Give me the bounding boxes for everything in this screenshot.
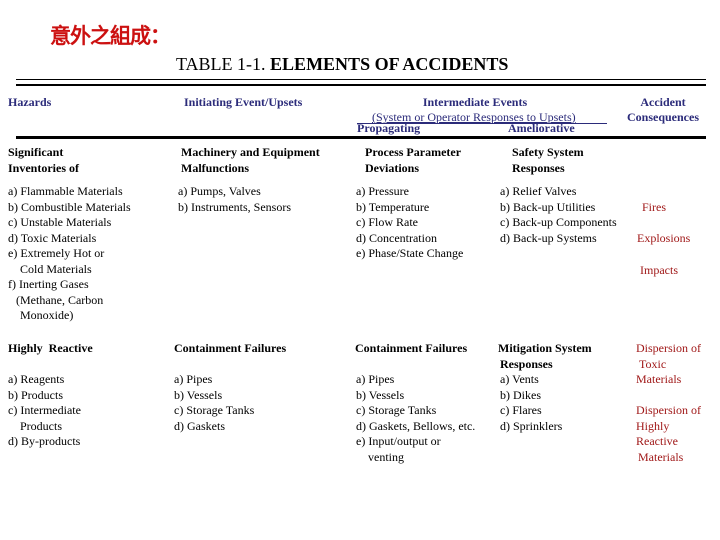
consequence-impacts: Impacts: [640, 263, 678, 277]
list-item: b) Back-up Utilities: [500, 199, 596, 214]
s1-initiating-category: Machinery and Equipment Malfunctions: [181, 145, 320, 176]
s2-hazards-category: Highly Reactive: [8, 341, 93, 355]
list-item: b) Products: [8, 387, 63, 402]
table-title-main: ELEMENTS OF ACCIDENTS: [270, 54, 509, 74]
s1-ameliorative-list: a) Relief Valves b) Back-up Utilities c)…: [500, 184, 617, 246]
s1-hazards-list: a) Flammable Materials b) Combustible Ma…: [8, 184, 131, 324]
s1-ameliorative-category: Safety System Responses: [512, 145, 584, 176]
list-item: a) Pumps, Valves: [178, 184, 261, 198]
list-item: a) Relief Valves: [500, 184, 577, 198]
s1-initiating-list: a) Pumps, Valves b) Instruments, Sensors: [178, 184, 291, 215]
list-item: b) Vessels: [356, 387, 405, 402]
list-item: c) Storage Tanks: [356, 403, 437, 417]
consequence-line: Materials: [636, 372, 682, 386]
consequence-line: Highly: [636, 418, 670, 433]
list-item: a) Reagents: [8, 372, 65, 386]
list-item: b) Vessels: [174, 387, 223, 402]
list-item: d) Sprinklers: [500, 418, 563, 433]
list-item: d) By-products: [8, 434, 81, 448]
s1-hazards-category: Significant Inventories of: [8, 145, 79, 176]
list-item: Monoxide): [20, 308, 74, 322]
list-item: c) Flares: [500, 403, 542, 417]
consequence-dispersion-reactive: Dispersion of Highly Reactive Materials: [636, 403, 701, 465]
list-item: a) Pressure: [356, 184, 409, 198]
consequence-line: Materials: [638, 449, 684, 464]
list-item: a) Flammable Materials: [8, 184, 123, 198]
list-item: d) Gaskets: [174, 418, 225, 433]
consequence-line: Reactive: [636, 434, 678, 448]
s1-propagating-list: a) Pressure b) Temperature c) Flow Rate …: [356, 184, 463, 262]
header-ameliorative: Ameliorative: [508, 121, 575, 135]
list-item: Cold Materials: [20, 261, 92, 276]
title-rule-top: [16, 79, 706, 80]
s1-propagating-category-line: Process Parameter: [365, 145, 462, 159]
list-item: c) Flow Rate: [356, 215, 418, 229]
consequence-line: Dispersion of: [636, 403, 701, 417]
list-item: d) Back-up Systems: [500, 230, 597, 245]
list-item: c) Unstable Materials: [8, 215, 112, 229]
header-consequences-line1: Accident: [640, 95, 686, 109]
list-item: e) Phase/State Change: [356, 246, 464, 260]
s2-ameliorative-category-line: Mitigation System: [498, 341, 592, 355]
list-item: a) Vents: [500, 372, 539, 386]
list-item: e) Input/output or: [356, 434, 441, 448]
header-consequences-line2: Consequences: [626, 110, 699, 124]
list-item: b) Temperature: [356, 199, 430, 214]
list-item: venting: [368, 449, 404, 464]
s1-hazards-category-line: Significant: [8, 145, 64, 159]
s2-propagating-list: a) Pipes b) Vessels c) Storage Tanks d) …: [356, 372, 475, 465]
consequence-line: Toxic: [639, 356, 667, 371]
s2-ameliorative-list: a) Vents b) Dikes c) Flares d) Sprinkler…: [500, 372, 562, 434]
list-item: c) Intermediate: [8, 403, 81, 417]
s2-ameliorative-category: Mitigation System Responses: [498, 341, 592, 372]
header-rule: [16, 136, 706, 139]
list-item: c) Back-up Components: [500, 215, 617, 229]
list-item: a) Pipes: [174, 372, 213, 386]
list-item: d) Toxic Materials: [8, 230, 97, 245]
s2-initiating-category: Containment Failures: [174, 341, 287, 355]
header-intermediate: Intermediate Events: [422, 95, 528, 109]
header-consequences: Accident Consequences: [618, 95, 708, 125]
header-hazards: Hazards: [8, 95, 52, 109]
list-item: b) Instruments, Sensors: [178, 199, 291, 214]
s1-propagating-category-line: Deviations: [365, 160, 419, 175]
slide-title: 意外之組成：: [50, 24, 171, 48]
s2-propagating-category: Containment Failures: [355, 341, 468, 355]
list-item: b) Dikes: [500, 387, 541, 402]
s2-ameliorative-category-line: Responses: [500, 356, 553, 371]
consequence-dispersion-toxic: Dispersion of Toxic Materials: [636, 341, 701, 388]
list-item: d) Concentration: [356, 230, 437, 245]
s2-hazards-list: a) Reagents b) Products c) Intermediate …: [8, 372, 81, 450]
title-rule-bottom: [16, 84, 706, 86]
consequence-line: Dispersion of: [636, 341, 701, 355]
list-item: f) Inerting Gases: [8, 277, 89, 291]
list-item: Products: [20, 418, 62, 433]
s1-initiating-category-line: Machinery and Equipment: [181, 145, 320, 159]
table-title: TABLE 1-1. ELEMENTS OF ACCIDENTS: [176, 54, 508, 75]
list-item: (Methane, Carbon: [16, 292, 104, 307]
list-item: c) Storage Tanks: [174, 403, 255, 417]
s1-initiating-category-line: Malfunctions: [181, 160, 250, 175]
list-item: e) Extremely Hot or: [8, 246, 105, 260]
consequence-explosions: Explosions: [637, 231, 691, 245]
list-item: b) Combustible Materials: [8, 199, 131, 214]
table-title-prefix: TABLE 1-1.: [176, 54, 271, 74]
list-item: a) Pipes: [356, 372, 395, 386]
s2-initiating-list: a) Pipes b) Vessels c) Storage Tanks d) …: [174, 372, 254, 434]
s1-propagating-category: Process Parameter Deviations: [365, 145, 461, 176]
s1-ameliorative-category-line: Responses: [512, 160, 565, 175]
consequence-fires: Fires: [642, 200, 666, 214]
list-item: d) Gaskets, Bellows, etc.: [356, 418, 476, 433]
header-initiating: Initiating Event/Upsets: [184, 95, 303, 109]
s1-ameliorative-category-line: Safety System: [512, 145, 584, 159]
s1-hazards-category-line: Inventories of: [8, 160, 79, 175]
header-propagating: Propagating: [357, 121, 421, 135]
